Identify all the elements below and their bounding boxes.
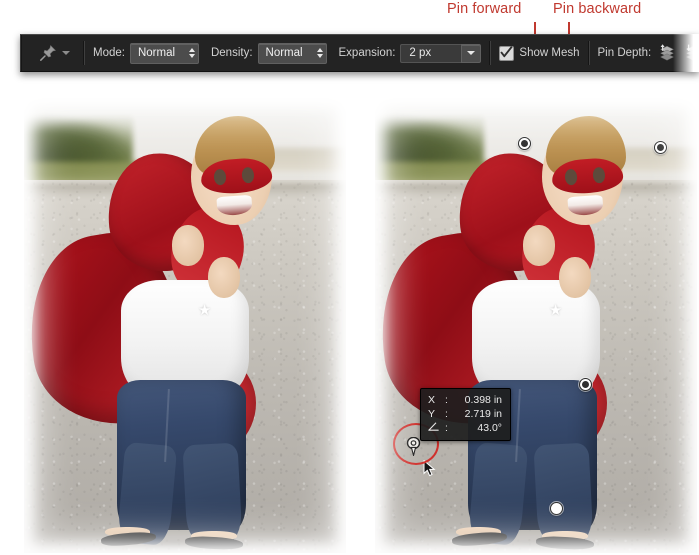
shirt-star-glyph: ★ [197, 301, 212, 319]
pin-core [553, 505, 560, 512]
after-image-panel: ★ [375, 98, 697, 553]
tool-preset-chevron-down-icon[interactable] [62, 51, 70, 55]
hud-row-angle: : 43.0° [428, 421, 502, 435]
hud-x-key: X [428, 394, 436, 406]
callout-pin-backward-label: Pin backward [553, 1, 642, 17]
hud-angle-value: 43.0° [477, 422, 502, 434]
mask-eyehole-right [592, 167, 606, 184]
expansion-combo[interactable]: 2 px [400, 43, 482, 63]
pin-depth-label: Pin Depth: [597, 47, 652, 59]
density-stepper-arrows-icon [316, 48, 323, 58]
show-mesh-checkbox[interactable]: Show Mesh [499, 45, 580, 61]
puppet-pin-arm[interactable] [518, 136, 532, 150]
hud-y-value: 2.719 in [464, 408, 502, 420]
callout-pin-forward-label: Pin forward [447, 1, 522, 17]
mode-select[interactable]: Normal [129, 42, 199, 64]
boy-figure: ★ [24, 98, 346, 553]
fist-upper [172, 225, 205, 267]
separator [587, 41, 590, 65]
density-value: Normal [265, 47, 303, 59]
jeans-leg-right [533, 442, 594, 546]
show-mesh-label: Show Mesh [519, 47, 580, 59]
pushpin-tool-icon [40, 45, 56, 61]
hud-row-y: Y : 2.719 in [428, 407, 502, 421]
hud-x-value: 0.398 in [464, 394, 502, 406]
puppet-pin-head[interactable] [653, 141, 667, 155]
checkmark-icon [500, 45, 513, 57]
pushpin-tool-button[interactable] [30, 44, 75, 62]
pin-depth-backward-button[interactable] [682, 41, 699, 65]
hud-colon: : [445, 394, 448, 406]
separator [83, 41, 85, 65]
mask-eyehole-right [241, 167, 255, 184]
mode-value: Normal [137, 47, 176, 59]
expansion-chevron-down-icon[interactable] [461, 43, 482, 63]
pin-depth-forward-icon [660, 44, 675, 61]
photo-after: ★ [375, 98, 697, 553]
expansion-label: Expansion: [338, 47, 396, 59]
hud-row-x: X : 0.398 in [428, 393, 502, 407]
mode-label: Mode: [93, 47, 125, 59]
puppet-warp-hud-readout: X : 0.398 in Y : 2.719 in : 43.0° [420, 388, 511, 441]
pin-depth-backward-icon [686, 44, 699, 61]
shirt-star-glyph: ★ [548, 301, 563, 319]
fist-upper [523, 225, 556, 267]
density-select[interactable]: Normal [257, 42, 327, 64]
angle-icon [428, 422, 439, 431]
boy-figure: ★ [375, 98, 697, 553]
density-label: Density: [210, 47, 253, 59]
mask-eyehole-left [564, 169, 578, 186]
pin-core [656, 144, 664, 152]
separator [489, 41, 492, 65]
pin-core [582, 380, 590, 388]
before-image-panel: ★ [24, 98, 346, 553]
fist-lower [207, 257, 240, 299]
pin-core [521, 139, 529, 147]
expansion-value[interactable]: 2 px [400, 43, 462, 63]
pin-depth-forward-button[interactable] [656, 41, 678, 65]
mode-stepper-arrows-icon [188, 48, 195, 58]
fist-lower [558, 257, 591, 299]
checkbox-box [499, 45, 515, 61]
hud-colon: : [445, 422, 448, 434]
hud-colon: : [445, 408, 448, 420]
photo-before: ★ [24, 98, 346, 553]
puppet-warp-options-bar: Mode: Normal Density: Normal Expansion: … [20, 34, 699, 72]
hud-y-key: Y [428, 408, 436, 420]
mask-eyehole-left [213, 169, 227, 186]
hud-angle-key [428, 421, 443, 435]
jeans-leg-right [182, 442, 243, 546]
